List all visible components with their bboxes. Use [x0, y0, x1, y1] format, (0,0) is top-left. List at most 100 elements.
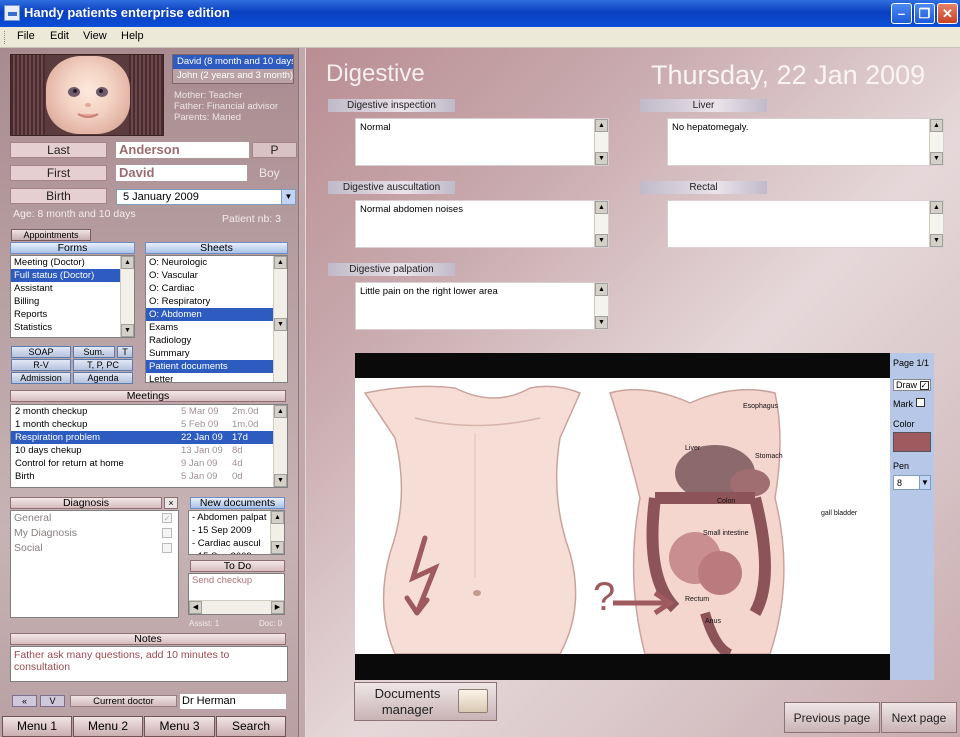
- sheets-list-item[interactable]: Exams: [146, 321, 287, 334]
- admission-button[interactable]: Admission: [11, 372, 71, 384]
- v-button[interactable]: V: [40, 695, 65, 707]
- meeting-row[interactable]: Birth 5 Jan 09 0d: [11, 470, 273, 483]
- app-icon[interactable]: [4, 5, 20, 21]
- todo-item[interactable]: Send checkup: [189, 574, 284, 587]
- sheets-list-item[interactable]: O: Neurologic: [146, 256, 287, 269]
- scroll-down-icon[interactable]: ▼: [595, 316, 608, 329]
- menu-1-button[interactable]: Menu 1: [2, 716, 72, 737]
- palpation-scrollbar[interactable]: ▲ ▼: [594, 283, 608, 329]
- rectal-textarea[interactable]: ▲ ▼: [667, 200, 944, 248]
- anatomy-drawing-area[interactable]: ? Esophagus Liver Stomach Colon gall bladder…: [355, 353, 891, 680]
- scroll-down-icon[interactable]: ▼: [595, 152, 608, 165]
- mark-toggle[interactable]: Mark: [893, 398, 925, 409]
- todo-hscrollbar[interactable]: ◀ ▶: [189, 600, 284, 614]
- menu-file[interactable]: File: [17, 30, 35, 42]
- menu-edit[interactable]: Edit: [50, 30, 69, 42]
- previous-page-button[interactable]: Previous page: [784, 702, 880, 733]
- pen-color-swatch[interactable]: [893, 432, 931, 452]
- scroll-up-icon[interactable]: ▲: [271, 511, 284, 524]
- checkbox-icon[interactable]: [162, 543, 172, 553]
- next-page-button[interactable]: Next page: [881, 702, 957, 733]
- sheets-list-item[interactable]: O: Respiratory: [146, 295, 287, 308]
- liver-textarea[interactable]: No hepatomegaly. ▲ ▼: [667, 118, 944, 166]
- sheets-list-item[interactable]: O: Vascular: [146, 269, 287, 282]
- sheets-scrollbar[interactable]: ▲ ▼: [273, 256, 287, 382]
- inspection-scrollbar[interactable]: ▲ ▼: [594, 119, 608, 165]
- new-documents-list[interactable]: - Abdomen palpat - 15 Sep 2009- Cardiac a…: [188, 510, 285, 555]
- rv-button[interactable]: R-V: [11, 359, 71, 371]
- sheets-list-item[interactable]: Letter: [146, 373, 287, 382]
- forms-list-item[interactable]: Reports: [11, 308, 134, 321]
- meetings-scrollbar[interactable]: ▲ ▼: [273, 405, 287, 487]
- meetings-list[interactable]: 2 month checkup 5 Mar 09 2m.0d 1 month chec…: [10, 404, 288, 488]
- diagnosis-list[interactable]: General ✓ My Diagnosis Social: [10, 510, 179, 618]
- drawing-canvas[interactable]: ? Esophagus Liver Stomach Colon gall bladder…: [355, 378, 891, 659]
- checkbox-checked-icon[interactable]: ✓: [162, 513, 172, 523]
- forms-list-item[interactable]: Meeting (Doctor): [11, 256, 134, 269]
- sheets-list-item[interactable]: Radiology: [146, 334, 287, 347]
- palpation-textarea[interactable]: Little pain on the right lower area ▲ ▼: [355, 282, 609, 330]
- scroll-right-icon[interactable]: ▶: [271, 601, 284, 614]
- scroll-up-icon[interactable]: ▲: [274, 405, 287, 418]
- current-doctor-field[interactable]: Dr Herman: [180, 694, 286, 709]
- draw-toggle[interactable]: Draw ✓: [893, 379, 931, 391]
- scroll-up-icon[interactable]: ▲: [274, 256, 287, 269]
- scroll-down-icon[interactable]: ▼: [930, 234, 943, 247]
- scroll-down-icon[interactable]: ▼: [274, 474, 287, 487]
- pen-size-select[interactable]: 8 ▼: [893, 475, 931, 490]
- tppc-button[interactable]: T, P, PC: [73, 359, 133, 371]
- sum-button[interactable]: Sum.: [73, 346, 115, 358]
- close-button[interactable]: ✕: [937, 3, 958, 24]
- chevron-down-icon[interactable]: ▼: [281, 190, 295, 204]
- chevron-down-icon[interactable]: ▼: [919, 476, 930, 489]
- documents-scrollbar[interactable]: ▲ ▼: [270, 511, 284, 554]
- scroll-left-icon[interactable]: ◀: [189, 601, 202, 614]
- sheets-list-item[interactable]: O: Cardiac: [146, 282, 287, 295]
- scroll-down-icon[interactable]: ▼: [595, 234, 608, 247]
- scroll-down-icon[interactable]: ▼: [271, 541, 284, 554]
- auscultation-scrollbar[interactable]: ▲ ▼: [594, 201, 608, 247]
- agenda-button[interactable]: Agenda: [73, 372, 133, 384]
- diagnosis-close-icon[interactable]: ×: [164, 497, 178, 509]
- auscultation-textarea[interactable]: Normal abdomen noises ▲ ▼: [355, 200, 609, 248]
- liver-scrollbar[interactable]: ▲ ▼: [929, 119, 943, 165]
- scroll-down-icon[interactable]: ▼: [121, 324, 134, 337]
- documents-manager-button[interactable]: Documents manager: [354, 682, 497, 721]
- t-button[interactable]: T: [117, 346, 133, 358]
- p-button[interactable]: P: [252, 142, 297, 158]
- checkbox-icon[interactable]: [915, 398, 925, 407]
- rectal-scrollbar[interactable]: ▲ ▼: [929, 201, 943, 247]
- patient-list-item[interactable]: David (8 month and 10 days): [173, 55, 293, 69]
- todo-list[interactable]: Send checkup ◀ ▶: [188, 573, 285, 615]
- meeting-row[interactable]: 2 month checkup 5 Mar 09 2m.0d: [11, 405, 273, 418]
- scroll-up-icon[interactable]: ▲: [595, 201, 608, 214]
- scroll-up-icon[interactable]: ▲: [930, 119, 943, 132]
- checkbox-checked-icon[interactable]: ✓: [919, 381, 929, 390]
- forms-list-item[interactable]: Full status (Doctor): [11, 269, 134, 282]
- sheets-list-item[interactable]: O: Abdomen: [146, 308, 287, 321]
- meeting-row[interactable]: 10 days chekup 13 Jan 09 8d: [11, 444, 273, 457]
- search-button[interactable]: Search: [216, 716, 286, 737]
- diagnosis-item[interactable]: My Diagnosis: [11, 526, 178, 541]
- meeting-row[interactable]: Respiration problem 22 Jan 09 17d: [11, 431, 273, 444]
- last-name-field[interactable]: Anderson: [116, 142, 249, 158]
- diagnosis-item[interactable]: Social: [11, 541, 178, 556]
- birth-label[interactable]: Birth: [10, 188, 107, 204]
- panel-splitter[interactable]: [298, 48, 306, 737]
- menu-view[interactable]: View: [83, 30, 107, 42]
- doctor-prev-button[interactable]: «: [12, 695, 37, 707]
- scroll-up-icon[interactable]: ▲: [595, 283, 608, 296]
- scroll-up-icon[interactable]: ▲: [930, 201, 943, 214]
- forms-list-item[interactable]: Statistics: [11, 321, 134, 334]
- menu-3-button[interactable]: Menu 3: [144, 716, 215, 737]
- last-name-label[interactable]: Last: [10, 142, 107, 158]
- appointments-button[interactable]: Appointments: [11, 229, 91, 241]
- sheets-list-item[interactable]: Summary: [146, 347, 287, 360]
- minimize-button[interactable]: –: [891, 3, 912, 24]
- birth-date-picker[interactable]: 5 January 2009 ▼: [116, 189, 296, 205]
- patient-list[interactable]: David (8 month and 10 days) John (2 year…: [172, 54, 294, 84]
- scroll-up-icon[interactable]: ▲: [595, 119, 608, 132]
- inspection-textarea[interactable]: Normal ▲ ▼: [355, 118, 609, 166]
- scroll-up-icon[interactable]: ▲: [121, 256, 134, 269]
- first-name-label[interactable]: First: [10, 165, 107, 181]
